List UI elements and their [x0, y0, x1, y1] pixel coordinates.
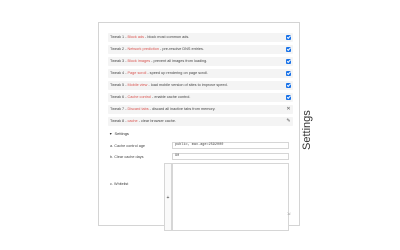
- resize-handle-icon[interactable]: ⇲: [287, 211, 290, 216]
- tweak-name: Discard tabs: [127, 107, 149, 111]
- tweak-row: Tweak 7 - Discard tabs - discard all ina…: [108, 105, 293, 114]
- tweak-prefix: Tweak 2 -: [110, 47, 128, 51]
- tweak-checkbox[interactable]: [286, 47, 291, 52]
- tweak-name: Page scroll: [127, 71, 147, 75]
- tweak-label: Tweak 6 - Cache control - enable cache c…: [110, 94, 190, 101]
- tweak-prefix: Tweak 6 -: [110, 95, 128, 99]
- tweak-row: Tweak 4 - Page scroll - speed up renderi…: [108, 69, 293, 78]
- page-title: Settings: [301, 110, 313, 150]
- whitelist-add-button[interactable]: +: [164, 163, 172, 231]
- tweak-checkbox[interactable]: [286, 83, 291, 88]
- tweak-row: Tweak 5 - Mobile view - load mobile vers…: [108, 81, 293, 90]
- tweak-row: Tweak 2 - Network prediction - pre-resol…: [108, 45, 293, 54]
- tweak-checkbox[interactable]: [286, 59, 291, 64]
- cache-age-label: a. Cache control age: [110, 144, 146, 148]
- tweak-label: Tweak 1 - Block ads - block most common …: [110, 34, 189, 41]
- clear-cache-days-label: b. Clear cache days: [110, 155, 144, 159]
- tweak-name: Block ads: [127, 35, 144, 39]
- tweak-label: Tweak 7 - Discard tabs - discard all ina…: [110, 106, 215, 113]
- tweak-name: Network prediction: [127, 47, 159, 51]
- tweak-label: Tweak 5 - Mobile view - load mobile vers…: [110, 82, 228, 89]
- tweak-description: - block most common ads.: [143, 35, 190, 39]
- tweak-label: Tweak 8 - cache - clear browser cache.: [110, 118, 176, 125]
- tweak-checkbox[interactable]: [286, 95, 291, 100]
- broom-icon[interactable]: ✎: [285, 118, 292, 125]
- tweak-description: - load mobile version of sites to improv…: [147, 83, 228, 87]
- tweak-row: Tweak 6 - Cache control - enable cache c…: [108, 93, 293, 102]
- settings-section-toggle[interactable]: ▼ Settings: [109, 131, 129, 137]
- cache-age-input[interactable]: public, max-age=2592000: [172, 142, 289, 149]
- tweak-checkbox[interactable]: [286, 35, 291, 40]
- tweak-description: - discard all inactive tabs from memory.: [148, 107, 216, 111]
- tweak-name: Cache control: [127, 95, 151, 99]
- tweak-description: - enable cache control.: [150, 95, 191, 99]
- clear-cache-days-input[interactable]: 90: [172, 153, 289, 160]
- tweak-prefix: Tweak 3 -: [110, 59, 128, 63]
- caret-down-icon: ▼: [109, 132, 113, 136]
- whitelist-textarea[interactable]: [172, 163, 289, 231]
- tweak-description: - speed up rendering on page scroll.: [146, 71, 209, 75]
- settings-panel: Tweak 1 - Block ads - block most common …: [98, 22, 300, 231]
- tweak-row: Tweak 3 - Block images - prevent all ima…: [108, 57, 293, 66]
- tweak-name: Mobile view: [127, 83, 148, 87]
- tweak-prefix: Tweak 7 -: [110, 107, 128, 111]
- tweak-label: Tweak 3 - Block images - prevent all ima…: [110, 58, 207, 65]
- tweak-description: - clear browser cache.: [137, 119, 177, 123]
- settings-section-title: Settings: [114, 131, 129, 136]
- tweak-prefix: Tweak 5 -: [110, 83, 128, 87]
- tweak-description: - prevent all images from loading.: [150, 59, 208, 63]
- tweak-prefix: Tweak 8 -: [110, 119, 128, 123]
- tweak-description: - pre-resolve DNS entries.: [158, 47, 204, 51]
- whitelist-label: c. Whitelist: [110, 182, 129, 186]
- tweak-name: cache: [127, 119, 138, 123]
- tweak-name: Block images: [127, 59, 151, 63]
- tweak-label: Tweak 2 - Network prediction - pre-resol…: [110, 46, 204, 53]
- tweak-prefix: Tweak 4 -: [110, 71, 128, 75]
- tweak-checkbox[interactable]: [286, 71, 291, 76]
- tweak-row: Tweak 8 - cache - clear browser cache. ✎: [108, 117, 293, 126]
- tweak-label: Tweak 4 - Page scroll - speed up renderi…: [110, 70, 208, 77]
- tweak-row: Tweak 1 - Block ads - block most common …: [108, 33, 293, 42]
- tweak-prefix: Tweak 1 -: [110, 35, 128, 39]
- x-icon[interactable]: ✕: [285, 106, 292, 113]
